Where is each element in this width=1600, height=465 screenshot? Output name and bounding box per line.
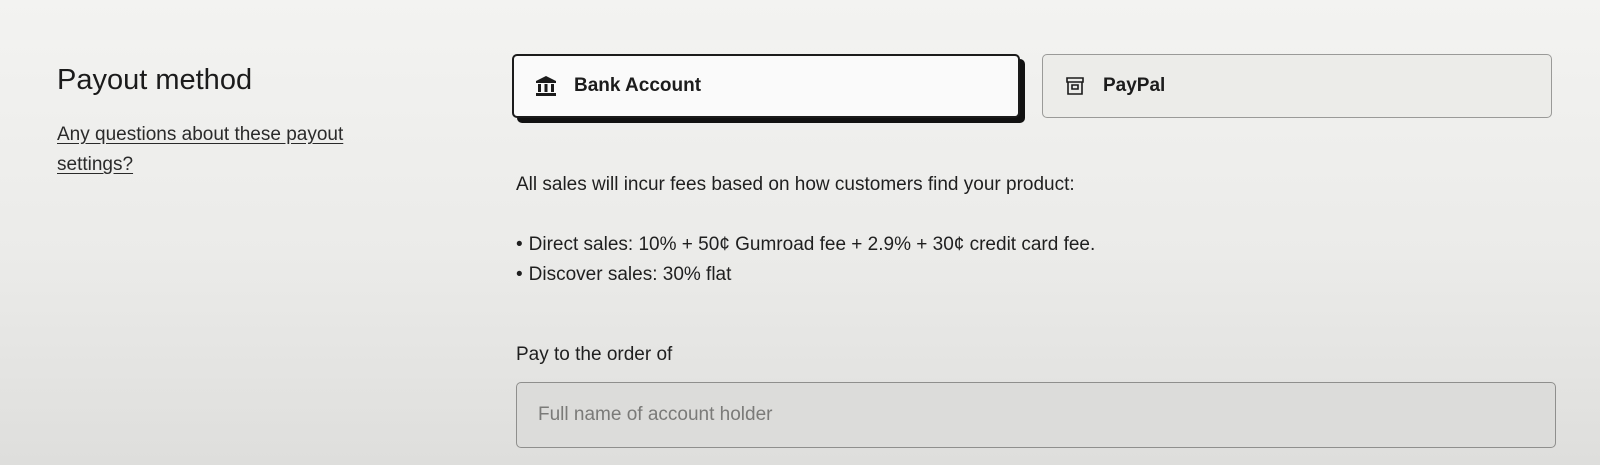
fees-intro: All sales will incur fees based on how c…	[516, 174, 1075, 195]
pay-to-label: Pay to the order of	[516, 344, 673, 365]
paypal-icon	[1063, 74, 1087, 98]
payout-help-link[interactable]: Any questions about these payout setting…	[57, 120, 417, 180]
account-holder-name-input[interactable]	[516, 382, 1556, 448]
bank-account-button[interactable]: Bank Account	[512, 54, 1020, 118]
paypal-label: PayPal	[1103, 75, 1166, 96]
fees-info: All sales will incur fees based on how c…	[516, 170, 1516, 290]
fee-direct-sales: Direct sales: 10% + 50¢ Gumroad fee + 2.…	[516, 230, 1516, 260]
bank-account-label: Bank Account	[574, 75, 702, 96]
section-title: Payout method	[57, 64, 253, 96]
paypal-button[interactable]: PayPal	[1042, 54, 1552, 118]
bank-icon	[534, 74, 558, 98]
fees-list: Direct sales: 10% + 50¢ Gumroad fee + 2.…	[516, 230, 1516, 290]
section-header: Payout method Any questions about these …	[57, 58, 417, 180]
fee-discover-sales: Discover sales: 30% flat	[516, 260, 1516, 290]
